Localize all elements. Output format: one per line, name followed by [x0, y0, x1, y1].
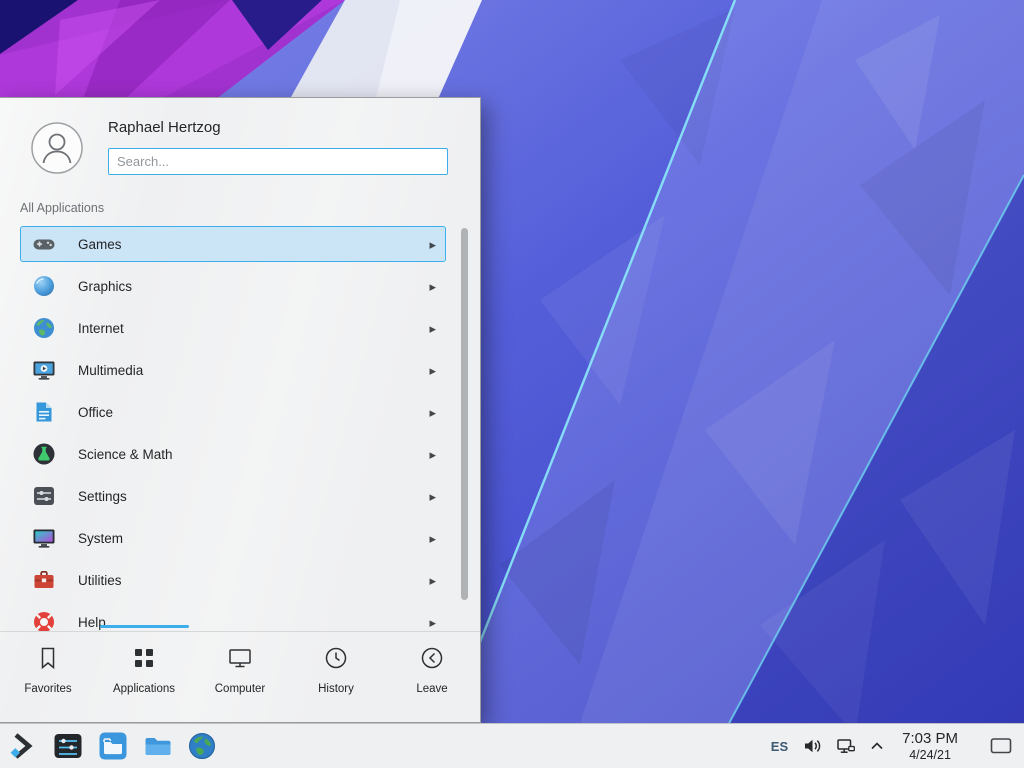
category-utilities[interactable]: Utilities ▸	[20, 562, 446, 598]
digital-clock[interactable]: 7:03 PM 4/24/21	[902, 730, 958, 763]
user-name: Raphael Hertzog	[108, 119, 221, 136]
internet-icon	[32, 316, 56, 340]
settings-app-icon[interactable]	[53, 727, 83, 765]
multimedia-icon	[32, 358, 56, 382]
tab-computer[interactable]: Computer	[192, 632, 288, 722]
submenu-arrow-icon: ▸	[429, 406, 436, 419]
desktop: Raphael Hertzog All Applications Games ▸…	[0, 0, 1024, 768]
tab-applications[interactable]: Applications	[96, 632, 192, 722]
bookmark-icon	[35, 645, 61, 676]
submenu-arrow-icon: ▸	[429, 490, 436, 503]
category-list: Games ▸ Graphics ▸ Internet ▸	[20, 226, 446, 631]
category-games[interactable]: Games ▸	[20, 226, 446, 262]
category-label: Internet	[78, 321, 124, 336]
help-icon	[32, 610, 56, 631]
category-label: System	[78, 531, 123, 546]
user-avatar[interactable]	[31, 122, 83, 174]
submenu-arrow-icon: ▸	[429, 532, 436, 545]
tab-label: Computer	[215, 683, 266, 695]
category-help[interactable]: Help ▸	[20, 604, 446, 631]
section-label: All Applications	[20, 201, 104, 215]
category-label: Graphics	[78, 279, 132, 294]
expand-tray-icon[interactable]	[870, 741, 884, 751]
submenu-arrow-icon: ▸	[429, 238, 436, 251]
submenu-arrow-icon: ▸	[429, 322, 436, 335]
submenu-arrow-icon: ▸	[429, 574, 436, 587]
office-icon	[32, 400, 56, 424]
active-tab-indicator	[100, 625, 189, 628]
category-office[interactable]: Office ▸	[20, 394, 446, 430]
tab-leave[interactable]: Leave	[384, 632, 480, 722]
category-label: Utilities	[78, 573, 122, 588]
folder-icon[interactable]	[143, 727, 173, 765]
settings-icon	[32, 484, 56, 508]
category-settings[interactable]: Settings ▸	[20, 478, 446, 514]
show-desktop-icon	[990, 737, 1012, 755]
volume-icon[interactable]	[802, 736, 822, 756]
tab-history[interactable]: History	[288, 632, 384, 722]
category-label: Multimedia	[78, 363, 143, 378]
submenu-arrow-icon: ▸	[429, 448, 436, 461]
submenu-arrow-icon: ▸	[429, 616, 436, 629]
launcher-tabbar: Favorites Applications Computer History	[0, 631, 480, 722]
submenu-arrow-icon: ▸	[429, 364, 436, 377]
show-desktop-button[interactable]	[986, 727, 1016, 765]
category-multimedia[interactable]: Multimedia ▸	[20, 352, 446, 388]
games-icon	[32, 232, 56, 256]
category-internet[interactable]: Internet ▸	[20, 310, 446, 346]
category-label: Games	[78, 237, 122, 252]
tab-label: Favorites	[24, 683, 71, 695]
search-input[interactable]	[108, 148, 448, 175]
graphics-icon	[32, 274, 56, 298]
taskbar: ES	[0, 723, 1024, 768]
network-icon[interactable]	[836, 736, 856, 756]
clock-icon	[323, 645, 349, 676]
keyboard-layout-indicator[interactable]: ES	[771, 739, 788, 754]
list-scrollbar[interactable]	[461, 228, 468, 600]
category-system[interactable]: System ▸	[20, 520, 446, 556]
app-launcher-button[interactable]	[8, 727, 38, 765]
submenu-arrow-icon: ▸	[429, 280, 436, 293]
category-science-math[interactable]: Science & Math ▸	[20, 436, 446, 472]
category-label: Settings	[78, 489, 127, 504]
science-icon	[32, 442, 56, 466]
category-graphics[interactable]: Graphics ▸	[20, 268, 446, 304]
app-launcher-icon	[8, 731, 38, 761]
tab-label: Leave	[416, 683, 447, 695]
leave-icon	[419, 645, 445, 676]
tab-label: Applications	[113, 683, 175, 695]
tab-label: History	[318, 683, 354, 695]
category-label: Office	[78, 405, 113, 420]
grid-icon	[131, 645, 157, 676]
application-launcher-menu: Raphael Hertzog All Applications Games ▸…	[0, 97, 481, 723]
system-icon	[32, 526, 56, 550]
file-manager-icon[interactable]	[98, 727, 128, 765]
tab-favorites[interactable]: Favorites	[0, 632, 96, 722]
system-tray: ES	[771, 727, 1018, 765]
web-browser-icon[interactable]	[188, 727, 216, 765]
category-label: Science & Math	[78, 447, 173, 462]
monitor-icon	[227, 645, 253, 676]
clock-date: 4/24/21	[909, 748, 951, 763]
clock-time: 7:03 PM	[902, 730, 958, 748]
utilities-icon	[32, 568, 56, 592]
